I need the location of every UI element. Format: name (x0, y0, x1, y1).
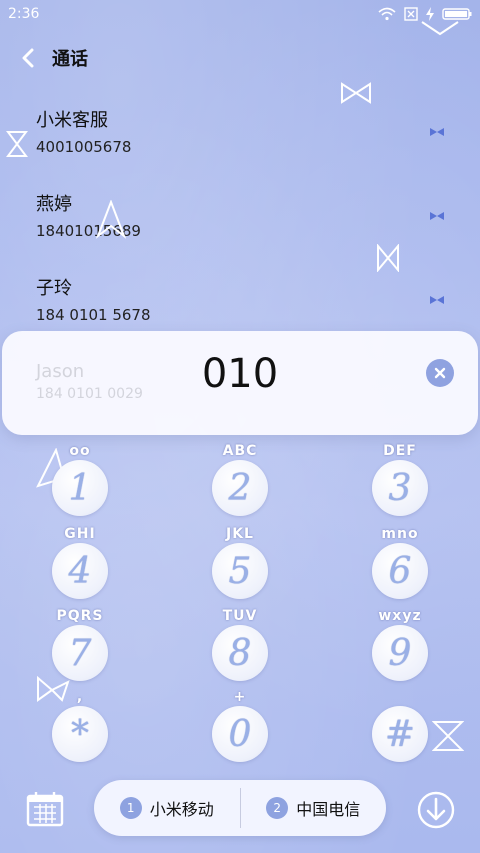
status-time: 2:36 (8, 6, 40, 22)
bow-decoration-icon (6, 131, 28, 157)
key-digit: 4 (68, 550, 92, 592)
key-digit: 1 (68, 467, 92, 509)
key-circle: 8 (212, 625, 268, 681)
details-bow-icon[interactable] (430, 212, 444, 220)
wifi-icon (378, 7, 396, 21)
key-letters: , (76, 689, 84, 705)
key-digit: # (384, 713, 416, 755)
contact-row[interactable]: 燕婷 18401015689 (36, 190, 480, 250)
key-digit: 2 (228, 467, 252, 509)
contact-row[interactable]: 子玲 184 0101 5678 (36, 274, 480, 334)
key-letters: DEF (383, 443, 417, 459)
bottom-bar: 1 小米移动 2 中国电信 (0, 780, 480, 840)
key-digit: 8 (228, 632, 252, 674)
sim2-label: 中国电信 (296, 800, 361, 819)
status-bar: 2:36 (0, 0, 480, 28)
sim2-number: 2 (273, 801, 282, 815)
battery-icon (442, 8, 472, 20)
key-2[interactable]: ABC 2 (208, 442, 272, 522)
key-circle: 0 (212, 706, 268, 762)
key-letters: TUV (222, 608, 258, 624)
key-letters: JKL (226, 526, 254, 542)
bow-decoration-icon (341, 82, 371, 104)
hide-keypad-button[interactable] (414, 788, 458, 832)
calendar-button[interactable] (24, 788, 66, 830)
contact-name: 小米客服 (36, 110, 108, 131)
key-circle: * (52, 706, 108, 762)
sim-call-pill: 1 小米移动 2 中国电信 (94, 780, 386, 836)
key-letters (368, 688, 432, 706)
call-sim2-button[interactable]: 2 中国电信 (241, 796, 387, 820)
key-letters: mno (381, 526, 419, 542)
key-5[interactable]: JKL 5 (208, 525, 272, 605)
contact-name: 燕婷 (36, 194, 72, 215)
key-digit: 5 (228, 550, 252, 592)
key-circle: 1 (52, 460, 108, 516)
contact-number: 4001005678 (36, 138, 132, 156)
key-0[interactable]: + 0 (208, 688, 272, 768)
contact-name: 子玲 (36, 278, 72, 299)
contact-row[interactable]: 小米客服 4001005678 (36, 106, 480, 166)
key-digit: * (71, 713, 89, 755)
clear-input-button[interactable] (426, 359, 454, 387)
key-letters: oo (69, 443, 91, 459)
key-digit: 0 (228, 713, 252, 755)
key-circle: 7 (52, 625, 108, 681)
dialed-number: 010 (201, 351, 279, 397)
key-circle: 6 (372, 543, 428, 599)
phone-sim2-icon: 2 (266, 797, 289, 819)
key-4[interactable]: GHI 4 (48, 525, 112, 605)
bow-decoration-icon (432, 721, 464, 751)
sim-off-icon (404, 7, 418, 21)
key-8[interactable]: TUV 8 (208, 607, 272, 687)
charging-icon (426, 7, 434, 21)
key-letters: wxyz (378, 608, 422, 624)
calendar-icon (26, 792, 64, 827)
phone-sim1-icon: 1 (119, 797, 142, 819)
details-bow-icon[interactable] (430, 296, 444, 304)
key-letters: PQRS (56, 608, 104, 624)
call-sim1-button[interactable]: 1 小米移动 (94, 796, 240, 820)
collapse-keypad-icon (417, 791, 455, 829)
key-circle: # (372, 706, 428, 762)
key-3[interactable]: DEF 3 (368, 442, 432, 522)
status-icons (378, 7, 472, 21)
key-circle: 5 (212, 543, 268, 599)
key-circle: 3 (372, 460, 428, 516)
key-letters: + (233, 689, 247, 705)
close-icon (434, 367, 446, 379)
key-digit: 3 (388, 467, 412, 509)
key-hash[interactable]: # (368, 688, 432, 768)
key-digit: 9 (388, 632, 412, 674)
key-circle: 9 (372, 625, 428, 681)
page-title: 通话 (52, 49, 88, 70)
key-letters: ABC (222, 443, 258, 459)
key-circle: 4 (52, 543, 108, 599)
header: 通话 (0, 40, 480, 76)
key-star[interactable]: , * (48, 688, 112, 768)
sim1-label: 小米移动 (149, 800, 214, 819)
sim1-number: 1 (126, 801, 135, 815)
key-circle: 2 (212, 460, 268, 516)
key-digit: 6 (388, 550, 412, 592)
key-6[interactable]: mno 6 (368, 525, 432, 605)
key-digit: 7 (68, 632, 92, 674)
key-9[interactable]: wxyz 9 (368, 607, 432, 687)
details-bow-icon[interactable] (430, 128, 444, 136)
key-7[interactable]: PQRS 7 (48, 607, 112, 687)
contact-number: 184 0101 5678 (36, 306, 151, 324)
back-button[interactable] (10, 40, 46, 76)
key-1[interactable]: oo 1 (48, 442, 112, 522)
key-letters: GHI (64, 526, 96, 542)
contact-number: 18401015689 (36, 222, 141, 240)
dial-input-panel: Jason 184 0101 0029 010 (2, 331, 478, 435)
chevron-left-icon (22, 48, 34, 68)
